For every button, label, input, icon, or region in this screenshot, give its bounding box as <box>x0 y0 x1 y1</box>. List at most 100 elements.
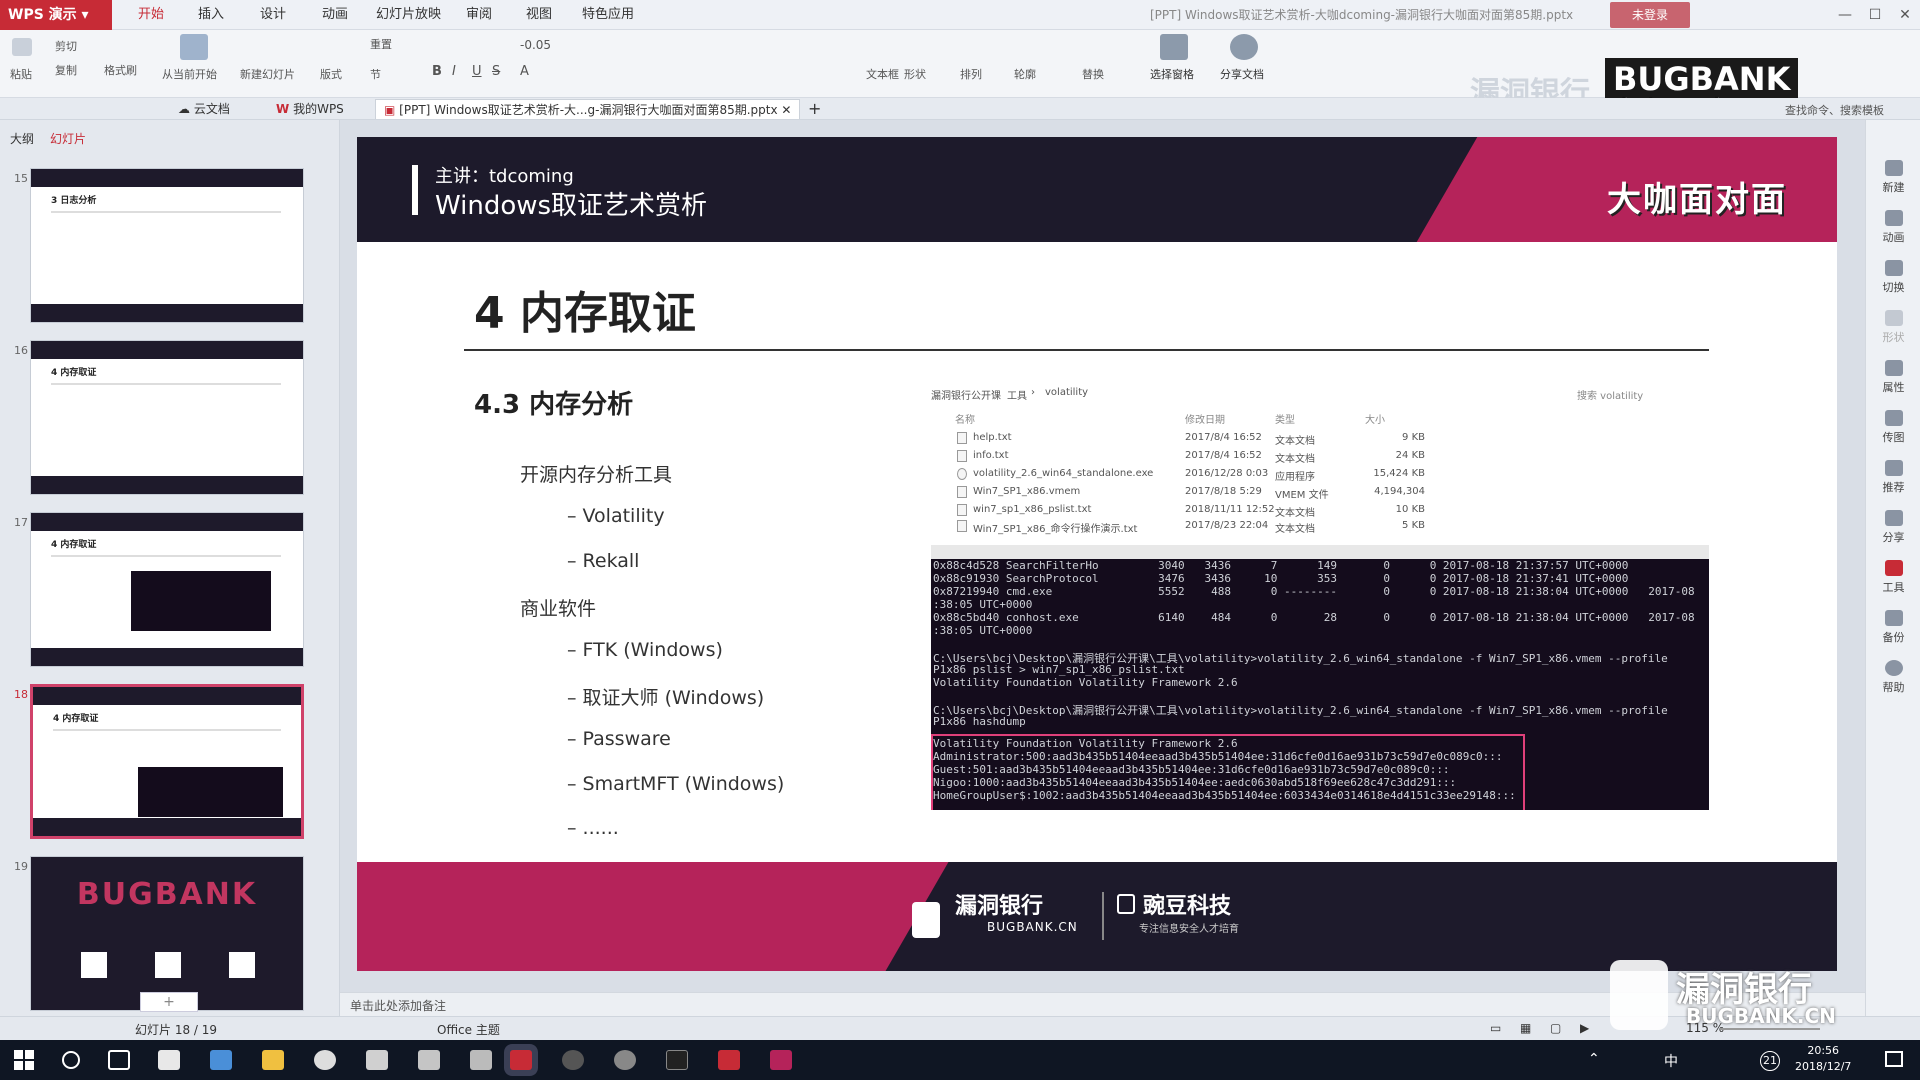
document-tab-bar: ☁ 云文档 W 我的WPS ▣ [PPT] Windows取证艺术赏析-大...… <box>0 98 1920 120</box>
wps-presentation-taskbar-icon[interactable] <box>510 1050 532 1070</box>
copy-label[interactable]: 复制 <box>55 62 77 78</box>
shape-label[interactable]: 形状 <box>904 66 926 82</box>
close-button[interactable]: ✕ <box>1890 0 1920 30</box>
tab-current-doc[interactable]: ▣ [PPT] Windows取证艺术赏析-大...g-漏洞银行大咖面对面第85… <box>375 99 801 119</box>
section-label[interactable]: 节 <box>370 66 381 82</box>
view-sorter-button[interactable]: ▦ <box>1520 1021 1531 1035</box>
terminal-icon[interactable] <box>666 1050 688 1070</box>
windows-start-icon[interactable] <box>14 1050 34 1070</box>
view-reading-button[interactable]: ▢ <box>1550 1021 1561 1035</box>
minimize-button[interactable]: — <box>1830 0 1860 30</box>
sidebar-help[interactable]: 帮助 <box>1866 660 1920 695</box>
bold-button[interactable]: B <box>432 64 442 79</box>
slide-number: 18 <box>14 688 28 701</box>
slide-thumbnail[interactable]: BUGBANK <box>30 856 304 1011</box>
replace-label[interactable]: 替换 <box>1082 66 1104 82</box>
cortana-icon[interactable] <box>62 1051 80 1069</box>
task-view-icon[interactable] <box>108 1050 130 1070</box>
app-icon[interactable] <box>158 1050 180 1070</box>
underline-button[interactable]: U <box>472 64 482 79</box>
sidebar-shape[interactable]: 形状 <box>1866 310 1920 345</box>
tab-my-wps[interactable]: W 我的WPS <box>268 99 352 119</box>
sidebar-new[interactable]: 新建 <box>1866 160 1920 195</box>
system-clock[interactable]: 20:56 2018/12/7 <box>1795 1043 1851 1075</box>
sidebar-tools[interactable]: 工具 <box>1866 560 1920 595</box>
current-slide[interactable]: 主讲：tdcoming Windows取证艺术赏析 大咖面对面 4 内存取证 4… <box>357 137 1837 971</box>
paste-icon[interactable] <box>12 38 32 56</box>
italic-button[interactable]: I <box>452 64 456 79</box>
font-color-button[interactable]: A <box>520 64 529 79</box>
notification-count[interactable]: 21 <box>1760 1051 1780 1071</box>
tab-cloud-docs[interactable]: ☁ 云文档 <box>170 99 238 119</box>
play-from-current-icon[interactable] <box>180 34 208 60</box>
app-icon[interactable] <box>314 1050 336 1070</box>
share-doc-label[interactable]: 分享文档 <box>1220 66 1264 82</box>
qr-code-icon <box>229 952 255 978</box>
sidebar-backup[interactable]: 备份 <box>1866 610 1920 645</box>
sidebar-upload-image[interactable]: 传图 <box>1866 410 1920 445</box>
from-current-label[interactable]: 从当前开始 <box>162 66 217 82</box>
menu-special[interactable]: 特色应用 <box>582 0 634 30</box>
format-painter-label[interactable]: 格式刷 <box>104 62 137 78</box>
menu-slideshow[interactable]: 幻灯片放映 <box>376 0 441 30</box>
share-doc-icon[interactable] <box>1230 34 1258 60</box>
tab-slides[interactable]: 幻灯片 <box>50 130 86 147</box>
select-pane-icon[interactable] <box>1160 34 1188 60</box>
search-command-field[interactable]: 查找命令、搜索模板 <box>1785 102 1884 118</box>
pdf-icon[interactable] <box>718 1050 740 1070</box>
sidebar-recommend[interactable]: 推荐 <box>1866 460 1920 495</box>
select-pane-label[interactable]: 选择窗格 <box>1150 66 1194 82</box>
action-center-icon[interactable] <box>1885 1051 1903 1067</box>
strikethrough-button[interactable]: S <box>492 64 500 79</box>
slide-thumbnail-selected[interactable]: 4 内存取证 <box>30 684 304 839</box>
slide-thumbnail[interactable]: 4 内存取证 <box>30 512 304 667</box>
browser-icon[interactable] <box>210 1050 232 1070</box>
cut-label[interactable]: 剪切 <box>55 38 77 54</box>
app-icon[interactable] <box>614 1050 636 1070</box>
menu-view[interactable]: 视图 <box>526 0 552 30</box>
add-slide-button[interactable]: + <box>140 992 198 1012</box>
app-menu-button[interactable]: WPS 演示 ▾ <box>0 0 112 30</box>
sidebar-animation[interactable]: 动画 <box>1866 210 1920 245</box>
slide-thumbnail[interactable]: 4 内存取证 <box>30 340 304 495</box>
paste-label[interactable]: 粘贴 <box>10 66 32 82</box>
tray-up-icon[interactable]: ⌃ <box>1588 1051 1600 1067</box>
reset-label[interactable]: 重置 <box>370 36 392 52</box>
ime-indicator[interactable]: 中 <box>1664 1051 1678 1071</box>
app-icon[interactable] <box>366 1050 388 1070</box>
menu-design[interactable]: 设计 <box>260 0 286 30</box>
tab-outline[interactable]: 大纲 <box>10 130 34 147</box>
layout-label[interactable]: 版式 <box>320 66 342 82</box>
properties-icon <box>1884 360 1903 376</box>
column-header: 类型 <box>1275 415 1295 426</box>
menu-review[interactable]: 审阅 <box>466 0 492 30</box>
textbox-label[interactable]: 文本框 <box>866 66 899 82</box>
outline-label[interactable]: 轮廓 <box>1014 66 1036 82</box>
arrange-label[interactable]: 排列 <box>960 66 982 82</box>
font-size-value[interactable]: -0.05 <box>520 38 551 52</box>
login-button[interactable]: 未登录 <box>1610 2 1690 28</box>
maximize-button[interactable]: ☐ <box>1860 0 1890 30</box>
slide-thumbnail[interactable]: 3 日志分析 <box>30 168 304 323</box>
sidebar-transition[interactable]: 切换 <box>1866 260 1920 295</box>
tools-icon <box>1884 560 1903 576</box>
view-normal-button[interactable]: ▭ <box>1490 1021 1501 1035</box>
menu-home[interactable]: 开始 <box>138 0 164 30</box>
share-icon <box>1884 510 1903 526</box>
close-tab-icon[interactable]: ✕ <box>781 103 791 117</box>
menu-animation[interactable]: 动画 <box>322 0 348 30</box>
app-icon[interactable] <box>770 1050 792 1070</box>
explorer-icon[interactable] <box>262 1050 284 1070</box>
sidebar-share[interactable]: 分享 <box>1866 510 1920 545</box>
app-icon[interactable] <box>562 1050 584 1070</box>
terminal-line: Volatility Foundation Volatility Framewo… <box>933 676 1238 689</box>
footer-brand-wandou: 豌豆科技 <box>1143 894 1232 919</box>
thumb-footer <box>31 304 303 322</box>
sidebar-properties[interactable]: 属性 <box>1866 360 1920 395</box>
new-tab-button[interactable]: + <box>800 99 829 119</box>
app-icon[interactable] <box>470 1050 492 1070</box>
play-button[interactable]: ▶ <box>1580 1021 1589 1035</box>
new-slide-label[interactable]: 新建幻灯片 <box>240 66 295 82</box>
app-icon[interactable] <box>418 1050 440 1070</box>
menu-insert[interactable]: 插入 <box>198 0 224 30</box>
